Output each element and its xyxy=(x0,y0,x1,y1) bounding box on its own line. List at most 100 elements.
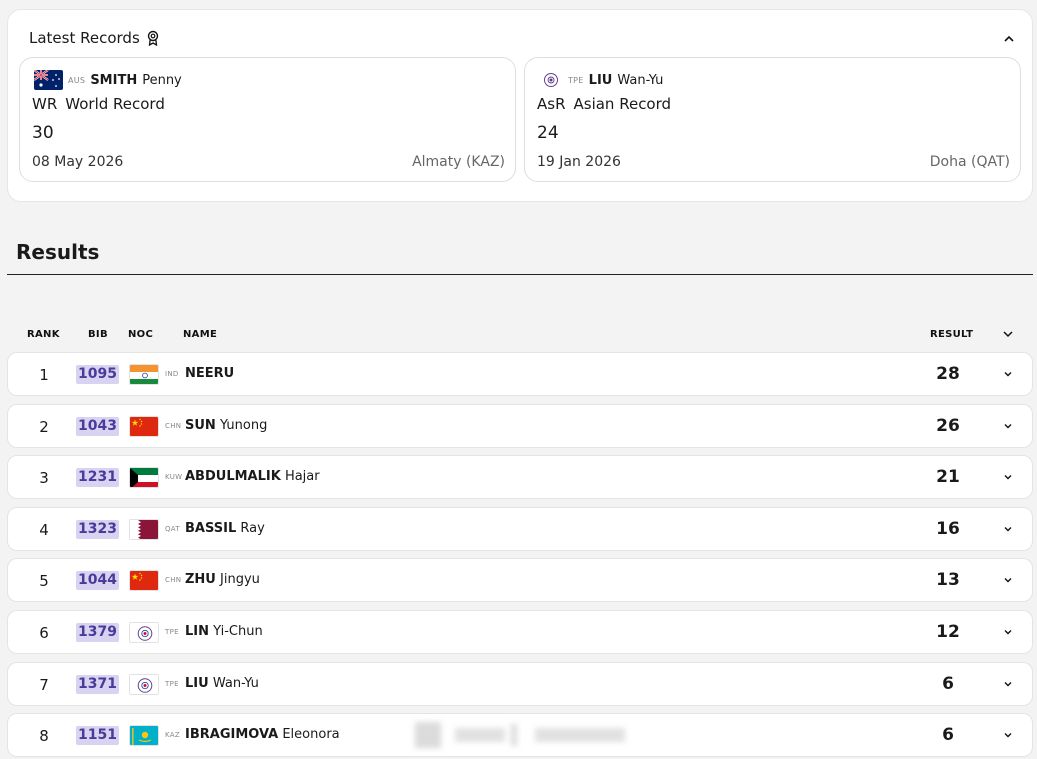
rank-cell: 7 xyxy=(39,676,49,694)
rank-cell: 8 xyxy=(39,727,49,745)
chevron-down-icon[interactable] xyxy=(1000,624,1016,640)
bib-badge: 1379 xyxy=(76,623,119,642)
record-date: 19 Jan 2026 xyxy=(537,154,621,170)
table-row[interactable]: 5 1044 CHN ZHU Jingyu 13 xyxy=(7,558,1033,602)
chevron-down-icon[interactable] xyxy=(1000,521,1016,537)
athlete-name[interactable]: LIN Yi-Chun xyxy=(185,624,263,639)
india-flag xyxy=(129,364,159,385)
chevron-down-icon[interactable] xyxy=(1000,727,1016,743)
australia-flag xyxy=(34,70,63,90)
noc-code: CHN xyxy=(165,422,182,430)
noc-code: TPE xyxy=(568,75,584,85)
latest-records-header: Latest Records xyxy=(29,29,160,47)
latest-records-title: Latest Records xyxy=(29,29,140,47)
athlete-name[interactable]: SUN Yunong xyxy=(185,418,267,433)
chevron-up-icon[interactable] xyxy=(1000,30,1018,48)
result-cell: 21 xyxy=(936,467,960,487)
chevron-down-icon[interactable] xyxy=(1000,418,1016,434)
chevron-down-icon[interactable] xyxy=(1000,366,1016,382)
record-type: AsR Asian Record xyxy=(537,95,671,113)
results-title: Results xyxy=(16,240,100,264)
qatar-flag xyxy=(129,519,159,540)
athlete-first-name: Wan-Yu xyxy=(212,676,259,691)
medal-icon xyxy=(147,30,158,46)
athlete-last-name: SUN xyxy=(185,418,216,433)
column-header-bib[interactable]: BIB xyxy=(88,329,108,340)
bib-badge: 1095 xyxy=(76,365,119,384)
column-header-rank[interactable]: RANK xyxy=(27,329,60,340)
chevron-down-icon[interactable] xyxy=(1000,469,1016,485)
athlete-first-name: Penny xyxy=(142,72,182,88)
record-date: 08 May 2026 xyxy=(32,154,124,170)
bib-badge: 1043 xyxy=(76,417,119,436)
table-row[interactable]: 6 1379 TPE LIN Yi-Chun 12 xyxy=(7,610,1033,654)
bib-badge: 1044 xyxy=(76,571,119,590)
athlete-name[interactable]: BASSIL Ray xyxy=(185,521,265,536)
record-athlete: TPE LIU Wan-Yu xyxy=(539,70,663,90)
record-value: 24 xyxy=(537,123,559,143)
result-cell: 6 xyxy=(942,674,954,694)
athlete-first-name: Ray xyxy=(240,521,265,536)
record-name: World Record xyxy=(65,95,165,113)
noc-code: TPE xyxy=(165,680,179,688)
result-cell: 6 xyxy=(942,725,954,745)
record-value: 30 xyxy=(32,123,54,143)
column-header-result[interactable]: RESULT xyxy=(930,329,973,340)
bib-badge: 1151 xyxy=(76,726,119,745)
rank-cell: 5 xyxy=(39,572,49,590)
record-card[interactable]: TPE LIU Wan-Yu AsR Asian Record 24 19 Jan… xyxy=(524,57,1021,182)
athlete-last-name: LIU xyxy=(588,72,613,88)
record-name: Asian Record xyxy=(573,95,672,113)
bib-badge: 1323 xyxy=(76,520,119,539)
record-athlete: AUS SMITH Penny xyxy=(34,70,182,90)
noc-code: CHN xyxy=(165,576,182,584)
record-code: WR xyxy=(32,95,58,113)
rank-cell: 1 xyxy=(39,366,49,384)
athlete-last-name: NEERU xyxy=(185,366,235,381)
bib-badge: 1371 xyxy=(76,675,119,694)
athlete-name[interactable]: LIU Wan-Yu xyxy=(185,676,259,691)
chevron-down-icon[interactable] xyxy=(1001,327,1015,341)
result-cell: 16 xyxy=(936,519,960,539)
rank-cell: 3 xyxy=(39,469,49,487)
athlete-last-name: BASSIL xyxy=(185,521,237,536)
record-card[interactable]: AUS SMITH Penny WR World Record 30 08 May… xyxy=(19,57,516,182)
athlete-first-name: Yi-Chun xyxy=(213,624,263,639)
china-flag xyxy=(129,570,159,591)
blurred-overlay xyxy=(415,720,625,750)
chinese-taipei-flag xyxy=(129,674,159,695)
result-cell: 12 xyxy=(936,622,960,642)
column-header-name[interactable]: NAME xyxy=(183,329,217,340)
result-cell: 26 xyxy=(936,416,960,436)
athlete-name[interactable]: IBRAGIMOVA Eleonora xyxy=(185,727,340,742)
kazakhstan-flag xyxy=(129,725,159,746)
athlete-last-name: IBRAGIMOVA xyxy=(185,727,279,742)
rank-cell: 2 xyxy=(39,418,49,436)
table-row[interactable]: 1 1095 IND NEERU 28 xyxy=(7,352,1033,396)
athlete-first-name: Wan-Yu xyxy=(617,72,664,88)
athlete-last-name: LIN xyxy=(185,624,210,639)
athlete-last-name: LIU xyxy=(185,676,209,691)
athlete-last-name: ABDULMALIK xyxy=(185,469,281,484)
rank-cell: 6 xyxy=(39,624,49,642)
table-row[interactable]: 7 1371 TPE LIU Wan-Yu 6 xyxy=(7,662,1033,706)
chevron-down-icon[interactable] xyxy=(1000,572,1016,588)
noc-code: TPE xyxy=(165,628,179,636)
rank-cell: 4 xyxy=(39,521,49,539)
table-row[interactable]: 2 1043 CHN SUN Yunong 26 xyxy=(7,404,1033,448)
table-row[interactable]: 3 1231 KUW ABDULMALIK Hajar 21 xyxy=(7,455,1033,499)
record-place: Almaty (KAZ) xyxy=(412,154,505,170)
noc-code: KUW xyxy=(165,473,183,481)
athlete-last-name: ZHU xyxy=(185,572,216,587)
athlete-name[interactable]: ZHU Jingyu xyxy=(185,572,260,587)
athlete-name[interactable]: NEERU xyxy=(185,366,234,381)
chinese-taipei-flag xyxy=(129,622,159,643)
athlete-name[interactable]: ABDULMALIK Hajar xyxy=(185,469,320,484)
athlete-last-name: SMITH xyxy=(90,72,138,88)
kuwait-flag xyxy=(129,467,159,488)
chevron-down-icon[interactable] xyxy=(1000,676,1016,692)
table-row[interactable]: 4 1323 QAT BASSIL Ray 16 xyxy=(7,507,1033,551)
column-header-noc[interactable]: NOC xyxy=(128,329,153,340)
noc-code: KAZ xyxy=(165,731,180,739)
chinese-taipei-flag xyxy=(539,70,563,90)
